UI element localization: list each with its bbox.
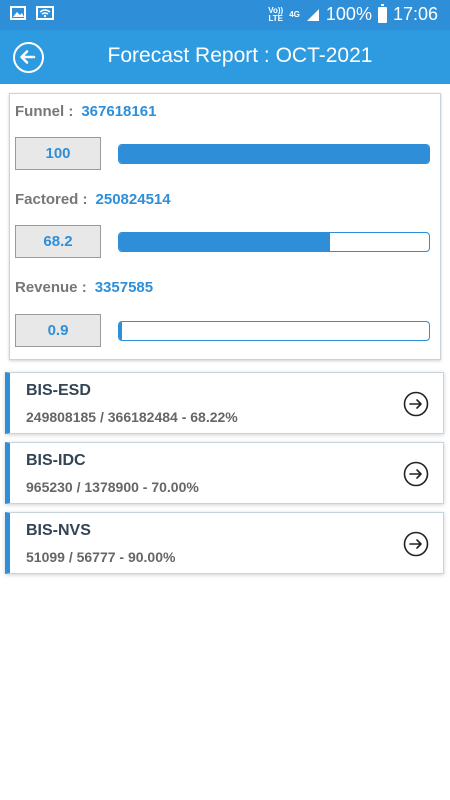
factored-value: 250824514 — [95, 191, 171, 208]
wifi-icon — [36, 6, 54, 20]
app-bar: Forecast Report : OCT-2021 — [0, 30, 450, 84]
revenue-progress-fill — [119, 322, 122, 340]
battery-icon — [377, 3, 387, 23]
network-text: 4G — [289, 10, 300, 19]
funnel-value: 367618161 — [81, 103, 157, 120]
arrow-right-circle-icon[interactable] — [403, 391, 429, 417]
funnel-label: Funnel : — [15, 103, 74, 120]
summary-panel: Funnel : 367618161 100 Factored : 25082451… — [9, 93, 441, 360]
funnel-percent-box: 100 — [15, 137, 101, 170]
revenue-percent-box: 0.9 — [15, 314, 101, 347]
funnel-label-row: Funnel : 367618161 — [15, 103, 156, 120]
volte-indicator: Vo)) LTE — [268, 6, 283, 23]
funnel-progress-fill — [119, 145, 429, 163]
division-name: BIS-NVS — [26, 522, 91, 539]
factored-progress-bar — [118, 232, 430, 252]
division-name: BIS-ESD — [26, 382, 91, 399]
division-name: BIS-IDC — [26, 452, 86, 469]
revenue-value: 3357585 — [94, 279, 154, 296]
status-bar-left — [10, 6, 54, 20]
revenue-label-row: Revenue : 3357585 — [15, 279, 153, 296]
division-card-bis-esd[interactable]: BIS-ESD 249808185 / 366182484 - 68.22% — [5, 372, 444, 434]
lte-text: LTE — [268, 13, 283, 23]
factored-label: Factored : — [15, 191, 88, 208]
revenue-label: Revenue : — [15, 279, 87, 296]
division-detail: 51099 / 56777 - 90.00% — [26, 549, 176, 565]
image-icon — [10, 6, 26, 20]
division-card-bis-nvs[interactable]: BIS-NVS 51099 / 56777 - 90.00% — [5, 512, 444, 574]
division-card-bis-idc[interactable]: BIS-IDC 965230 / 1378900 - 70.00% — [5, 442, 444, 504]
arrow-right-circle-icon[interactable] — [403, 531, 429, 557]
page-title: Forecast Report : OCT-2021 — [107, 44, 373, 67]
battery-percent: 100% — [325, 4, 372, 24]
factored-label-row: Factored : 250824514 — [15, 191, 171, 208]
signal-icon — [306, 8, 319, 21]
division-detail: 965230 / 1378900 - 70.00% — [26, 479, 199, 495]
arrow-right-circle-icon[interactable] — [403, 461, 429, 487]
clock: 17:06 — [392, 4, 438, 24]
factored-percent-box: 68.2 — [15, 225, 101, 258]
revenue-progress-bar — [118, 321, 430, 341]
network-indicator: 4G — [289, 10, 300, 19]
funnel-progress-bar — [118, 144, 430, 164]
status-bar-right: Vo)) LTE 4G 100% 17:06 — [268, 3, 438, 25]
status-bar: Vo)) LTE 4G 100% 17:06 — [0, 0, 450, 30]
factored-progress-fill — [119, 233, 331, 251]
division-detail: 249808185 / 366182484 - 68.22% — [26, 409, 238, 425]
